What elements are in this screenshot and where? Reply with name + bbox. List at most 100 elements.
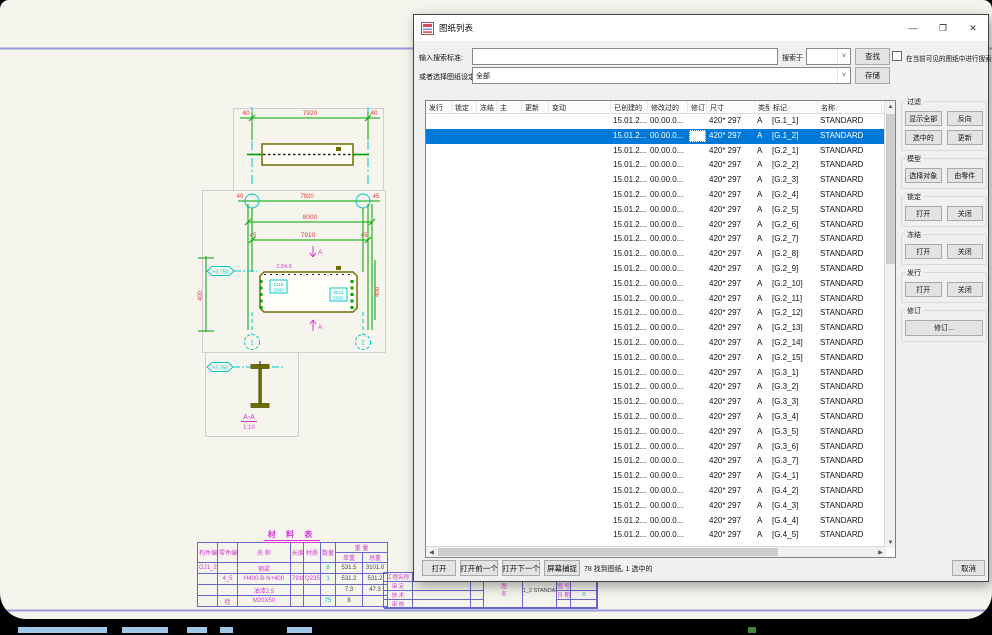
- drawing-row[interactable]: 15.01.2...00.00.0...420* 297A[G.3_4]STAN…: [426, 410, 886, 425]
- taskbar: [0, 619, 992, 635]
- scroll-up-icon[interactable]: ▲: [885, 101, 896, 112]
- drawing-row[interactable]: 15.01.2...00.00.0...420* 297A[G.4_3]STAN…: [426, 499, 886, 514]
- lock-on-button[interactable]: 打开: [905, 206, 942, 221]
- by-parts-button[interactable]: 由零件: [947, 168, 984, 183]
- drawing-row[interactable]: 15.01.2...00.00.0...420* 297A[G.2_15]STA…: [426, 351, 886, 366]
- search-in-combo[interactable]: ˅: [806, 48, 851, 65]
- column-header[interactable]: 更新: [522, 101, 549, 114]
- row-cell: [G.4_1]: [770, 471, 818, 480]
- drawing-row[interactable]: 15.01.2...00.00.0...420* 297A[G.4_4]STAN…: [426, 514, 886, 529]
- drawing-row[interactable]: 15.01.2...00.00.0...420* 297A[G.2_6]STAN…: [426, 218, 886, 233]
- row-cell: 420* 297: [707, 146, 755, 155]
- drawing-row[interactable]: 15.01.2...00.00.0...420* 297A[G.2_3]STAN…: [426, 173, 886, 188]
- row-cell: STANDARD: [818, 382, 884, 391]
- drawing-row[interactable]: 15.01.2...00.00.0...420* 297A[G.2_5]STAN…: [426, 203, 886, 218]
- drawing-settings-combo[interactable]: 全部 ˅: [472, 67, 851, 84]
- column-header[interactable]: 尺寸: [707, 101, 755, 114]
- drawing-row[interactable]: 15.01.2...00.00.0...420* 297A[G.3_7]STAN…: [426, 454, 886, 469]
- taskbar-segment[interactable]: [18, 627, 107, 633]
- taskbar-segment[interactable]: [287, 627, 312, 633]
- drawing-row[interactable]: 15.01.2...00.00.0...420* 297A[G.3_5]STAN…: [426, 425, 886, 440]
- maximize-button[interactable]: ❐: [928, 15, 958, 41]
- scroll-down-icon[interactable]: ▼: [885, 537, 896, 548]
- front-top-dim-right: 45: [373, 194, 380, 200]
- invert-button[interactable]: 反向: [947, 111, 984, 126]
- row-cell: 15.01.2...: [611, 279, 648, 288]
- list-header[interactable]: 发行锁定冻结主更新变动已创建的修改过的修订尺寸类型标记∕名称∕标: [426, 101, 896, 114]
- horizontal-scroll-thumb[interactable]: [438, 548, 778, 556]
- vertical-scrollbar[interactable]: ▲ ▼: [884, 101, 895, 548]
- issue-off-button[interactable]: 关闭: [947, 282, 984, 297]
- drawing-row[interactable]: 15.01.2...00.00.0...420* 297A[G.1_2]STAN…: [426, 129, 886, 144]
- screen-capture-button[interactable]: 屏幕捕捉: [544, 560, 580, 576]
- drawing-row[interactable]: 15.01.2...00.00.0...420* 297A[G.2_10]STA…: [426, 277, 886, 292]
- column-header[interactable]: 名称∕: [818, 101, 882, 114]
- drawing-row[interactable]: 15.01.2...00.00.0...420* 297A[G.2_11]STA…: [426, 292, 886, 307]
- taskbar-segment[interactable]: [220, 627, 233, 633]
- selected-button[interactable]: 选中的: [905, 130, 942, 145]
- row-cell: [G.2_4]: [770, 190, 818, 199]
- freeze-on-button[interactable]: 打开: [905, 244, 942, 259]
- open-previous-button[interactable]: 打开前一个: [460, 560, 498, 576]
- save-button[interactable]: 存储: [855, 67, 890, 84]
- cancel-button[interactable]: 取消: [952, 560, 985, 576]
- drawing-row[interactable]: 15.01.2...00.00.0...420* 297A[G.2_7]STAN…: [426, 232, 886, 247]
- drawing-row[interactable]: 15.01.2...00.00.0...420* 297A[G.2_12]STA…: [426, 306, 886, 321]
- drawing-row[interactable]: 15.01.2...00.00.0...420* 297A[G.2_13]STA…: [426, 321, 886, 336]
- drawing-row[interactable]: 15.01.2...00.00.0...420* 297A[G.3_6]STAN…: [426, 440, 886, 455]
- search-input[interactable]: [472, 48, 778, 65]
- column-header[interactable]: 锁定: [452, 101, 477, 114]
- drawing-row[interactable]: 15.01.2...00.00.0...420* 297A[G.2_1]STAN…: [426, 144, 886, 159]
- column-header[interactable]: 已创建的: [611, 101, 648, 114]
- lock-off-button[interactable]: 关闭: [947, 206, 984, 221]
- column-header[interactable]: 修改过的: [648, 101, 688, 114]
- revision-edit-cell[interactable]: [689, 130, 706, 142]
- section-mark-top: [310, 246, 316, 257]
- close-button[interactable]: ✕: [958, 15, 988, 41]
- open-button[interactable]: 打开: [422, 560, 456, 576]
- select-objects-button[interactable]: 选择对象: [905, 168, 942, 183]
- show-all-button[interactable]: 显示全部: [905, 111, 942, 126]
- drawing-row[interactable]: 15.01.2...00.00.0...420* 297A[G.3_3]STAN…: [426, 395, 886, 410]
- drawing-row[interactable]: 15.01.2...00.00.0...420* 297A[G.2_9]STAN…: [426, 262, 886, 277]
- chevron-down-icon[interactable]: ˅: [837, 68, 850, 83]
- drawing-row[interactable]: 15.01.2...00.00.0...420* 297A[G.4_1]STAN…: [426, 469, 886, 484]
- row-cell: STANDARD: [818, 412, 884, 421]
- find-button[interactable]: 查找: [855, 48, 890, 65]
- drawing-row[interactable]: 15.01.2...00.00.0...420* 297A[G.3_2]STAN…: [426, 380, 886, 395]
- vertical-scroll-thumb[interactable]: [886, 114, 895, 264]
- taskbar-segment[interactable]: [122, 627, 168, 633]
- column-header[interactable]: 冻结: [477, 101, 497, 114]
- material-table-title: 材 料 表: [197, 529, 387, 540]
- revision-button[interactable]: 修订...: [905, 320, 983, 336]
- dialog-titlebar[interactable]: 图纸列表 — ❐ ✕: [414, 15, 988, 41]
- drawing-row[interactable]: 15.01.2...00.00.0...420* 297A[G.2_14]STA…: [426, 336, 886, 351]
- column-header[interactable]: 主: [497, 101, 522, 114]
- column-header[interactable]: 类型: [755, 101, 770, 114]
- search-visible-checkbox[interactable]: [892, 51, 902, 61]
- row-cell: [G.3_3]: [770, 397, 818, 406]
- drawing-row[interactable]: 15.01.2...00.00.0...420* 297A[G.2_2]STAN…: [426, 158, 886, 173]
- row-cell: A: [755, 530, 770, 539]
- minimize-button[interactable]: —: [898, 15, 928, 41]
- column-header[interactable]: 变动: [549, 101, 611, 114]
- row-cell: 15.01.2...: [611, 220, 648, 229]
- row-cell: 420* 297: [707, 279, 755, 288]
- column-header[interactable]: 发行: [426, 101, 452, 114]
- drawing-row[interactable]: 15.01.2...00.00.0...420* 297A[G.2_4]STAN…: [426, 188, 886, 203]
- drawing-row[interactable]: 15.01.2...00.00.0...420* 297A[G.4_2]STAN…: [426, 484, 886, 499]
- drawing-row[interactable]: 15.01.2...00.00.0...420* 297A[G.4_5]STAN…: [426, 528, 886, 543]
- row-cell: 15.01.2...: [611, 175, 648, 184]
- row-cell: 00.00.0...: [648, 397, 688, 406]
- issue-on-button[interactable]: 打开: [905, 282, 942, 297]
- update-button[interactable]: 更新: [947, 130, 984, 145]
- drawing-row[interactable]: 15.01.2...00.00.0...420* 297A[G.1_1]STAN…: [426, 114, 886, 129]
- open-next-button[interactable]: 打开下一个: [502, 560, 540, 576]
- column-header[interactable]: 修订: [688, 101, 707, 114]
- taskbar-segment[interactable]: [187, 627, 207, 633]
- drawing-row[interactable]: 15.01.2...00.00.0...420* 297A[G.2_8]STAN…: [426, 247, 886, 262]
- drawing-row[interactable]: 15.01.2...00.00.0...420* 297A[G.3_1]STAN…: [426, 366, 886, 381]
- freeze-off-button[interactable]: 关闭: [947, 244, 984, 259]
- chevron-down-icon[interactable]: ˅: [837, 49, 850, 64]
- column-header[interactable]: 标记∕: [770, 101, 818, 114]
